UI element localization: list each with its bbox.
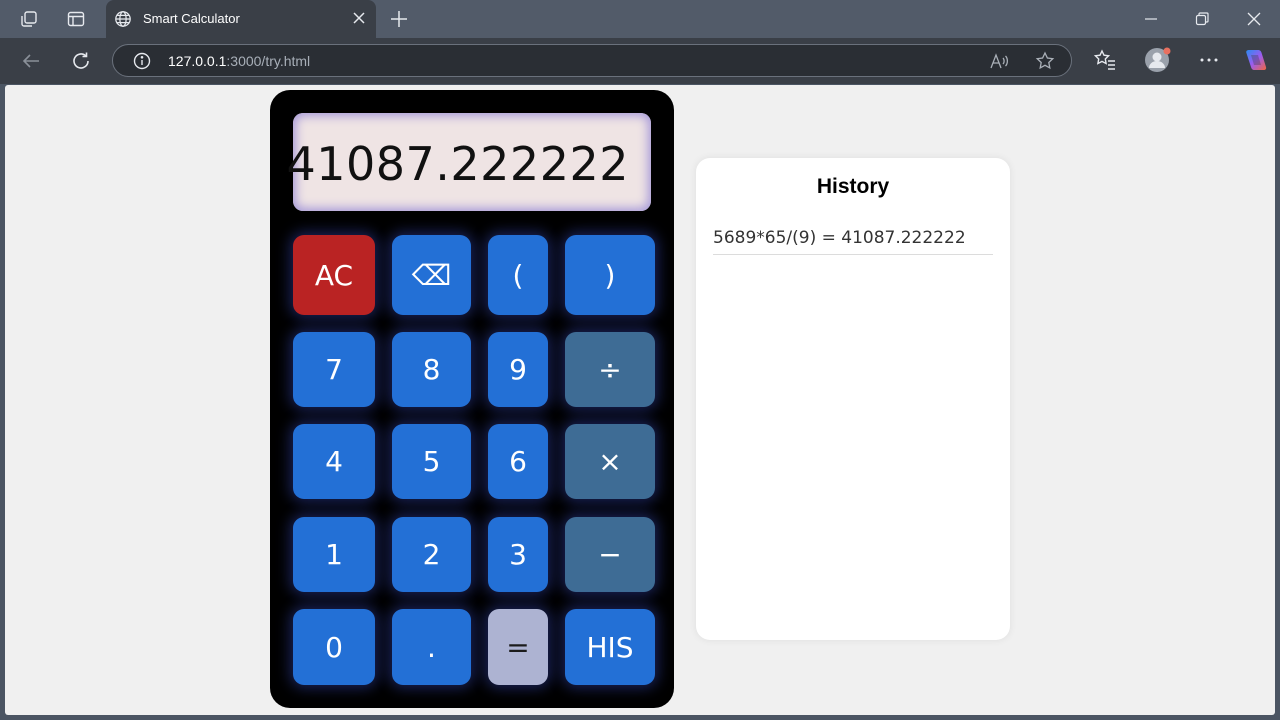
address-bar[interactable]: 127.0.0.1:3000/try.html — [112, 44, 1072, 77]
display-value: 41087.222222 — [286, 137, 629, 191]
copilot-icon[interactable] — [1242, 47, 1268, 73]
close-window-icon[interactable] — [1246, 11, 1262, 27]
new-tab-icon[interactable] — [389, 9, 409, 29]
digit-9-button[interactable]: 9 — [488, 332, 548, 407]
calculator-display: 41087.222222 — [286, 113, 651, 211]
browser-toolbar: 127.0.0.1:3000/try.html — [0, 38, 1280, 84]
tab-title: Smart Calculator — [143, 11, 240, 26]
url-text: 127.0.0.1:3000/try.html — [168, 53, 311, 69]
subtract-button[interactable]: − — [565, 517, 655, 592]
globe-icon — [115, 11, 131, 27]
backspace-button[interactable]: ⌫ — [392, 235, 471, 315]
digit-5-button[interactable]: 5 — [392, 424, 471, 499]
history-entry[interactable]: 5689*65/(9) = 41087.222222 — [713, 228, 993, 255]
digit-3-button[interactable]: 3 — [488, 517, 548, 592]
favorite-star-icon[interactable] — [1035, 51, 1055, 71]
favorites-icon[interactable] — [1093, 48, 1117, 72]
read-aloud-icon[interactable] — [989, 52, 1009, 70]
equals-button[interactable]: = — [488, 609, 548, 685]
restore-icon[interactable] — [1194, 11, 1210, 27]
digit-2-button[interactable]: 2 — [392, 517, 471, 592]
history-toggle-button[interactable]: HIS — [565, 609, 655, 685]
digit-4-button[interactable]: 4 — [293, 424, 375, 499]
tab-actions-icon[interactable] — [66, 9, 86, 29]
calculator: 41087.222222 AC ⌫ ( ) 7 8 9 ÷ 4 5 6 × 1 … — [270, 90, 674, 708]
site-info-icon[interactable] — [133, 52, 151, 70]
page-viewport: 41087.222222 AC ⌫ ( ) 7 8 9 ÷ 4 5 6 × 1 … — [5, 85, 1275, 715]
open-paren-button[interactable]: ( — [488, 235, 548, 315]
back-icon[interactable] — [20, 50, 42, 72]
all-clear-button[interactable]: AC — [293, 235, 375, 315]
close-tab-icon[interactable] — [352, 11, 366, 25]
minimize-icon[interactable] — [1143, 11, 1159, 27]
multiply-button[interactable]: × — [565, 424, 655, 499]
divide-button[interactable]: ÷ — [565, 332, 655, 407]
more-options-icon[interactable] — [1197, 48, 1221, 72]
digit-7-button[interactable]: 7 — [293, 332, 375, 407]
refresh-icon[interactable] — [70, 50, 92, 72]
history-panel: History 5689*65/(9) = 41087.222222 — [696, 158, 1010, 640]
history-title: History — [816, 175, 890, 198]
decimal-point-button[interactable]: . — [392, 609, 471, 685]
digit-6-button[interactable]: 6 — [488, 424, 548, 499]
close-paren-button[interactable]: ) — [565, 235, 655, 315]
digit-1-button[interactable]: 1 — [293, 517, 375, 592]
active-tab[interactable]: Smart Calculator — [106, 0, 376, 38]
digit-8-button[interactable]: 8 — [392, 332, 471, 407]
digit-0-button[interactable]: 0 — [293, 609, 375, 685]
profile-avatar-icon[interactable] — [1144, 46, 1172, 74]
workspaces-icon[interactable] — [19, 9, 39, 29]
browser-tab-bar: Smart Calculator — [0, 0, 1280, 38]
